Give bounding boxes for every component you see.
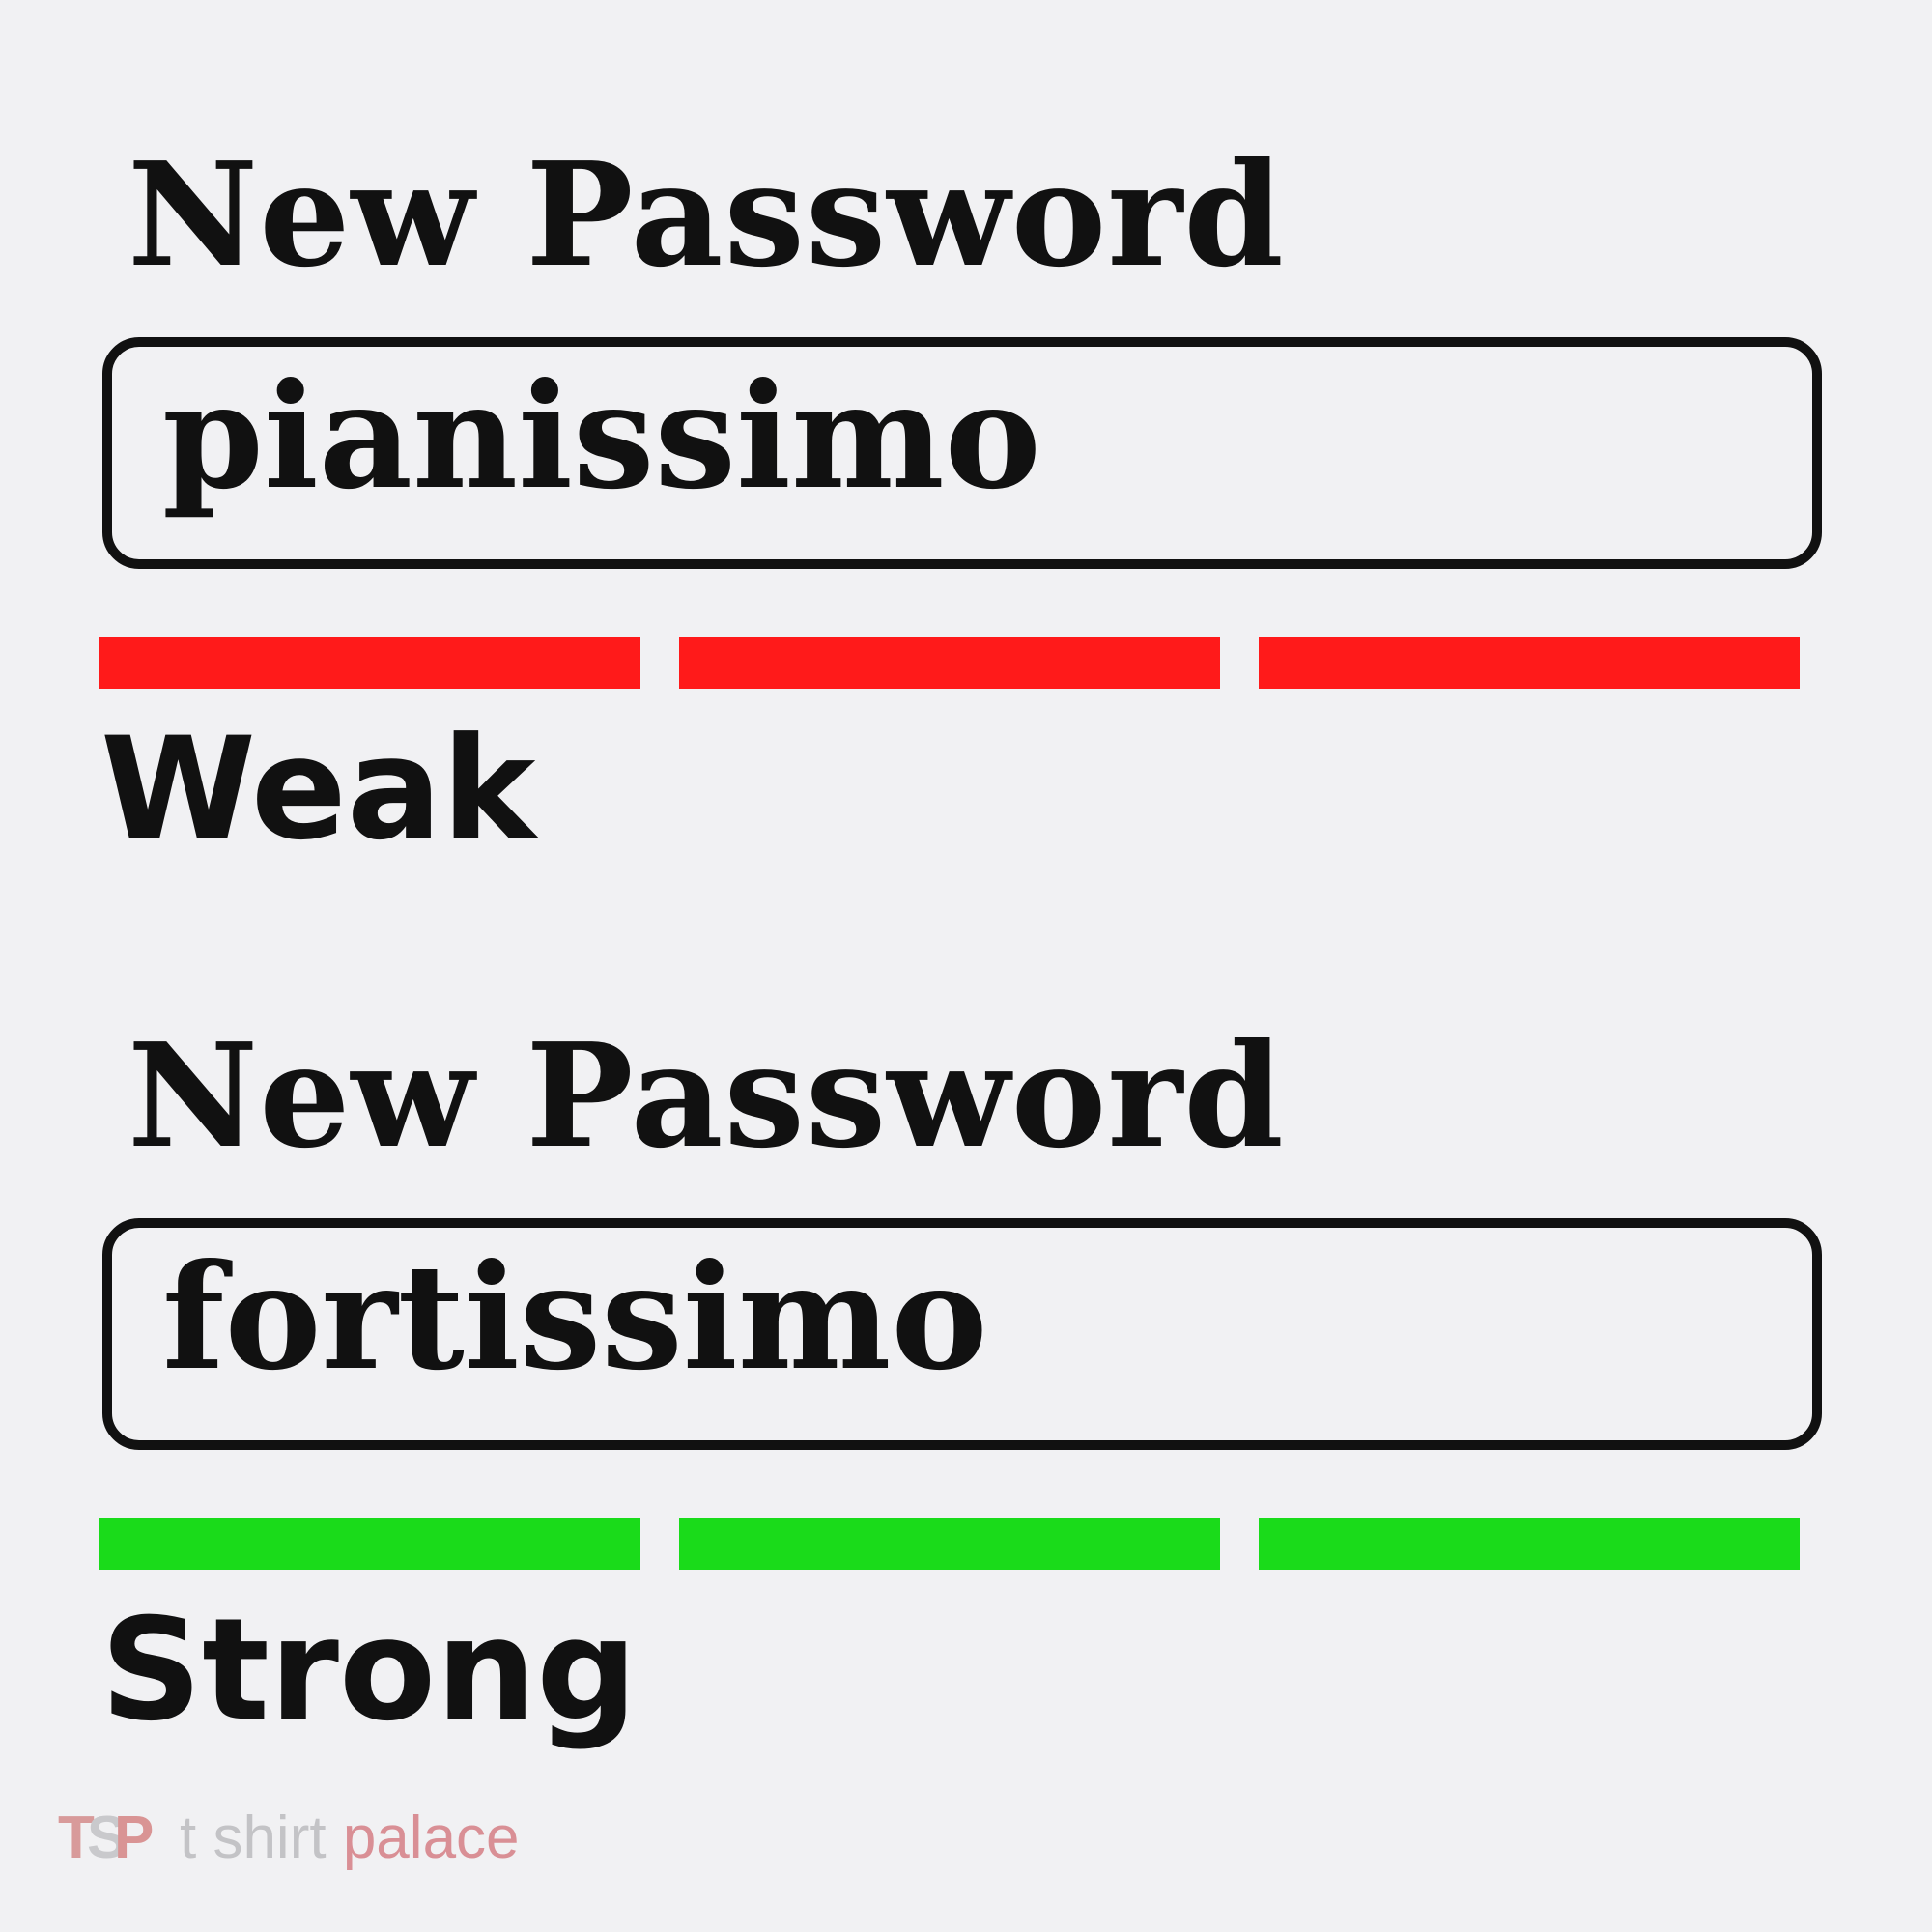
strength-meter-segment xyxy=(1259,637,1800,689)
password-input-value: pianissimo xyxy=(162,352,1041,522)
brand-name-part2: palace xyxy=(342,1804,520,1871)
strength-meter-segment xyxy=(99,1518,640,1570)
logo-letter-p: P xyxy=(114,1804,155,1871)
strength-label: Weak xyxy=(100,707,536,871)
strength-meter-segment xyxy=(1259,1518,1800,1570)
strength-label: Strong xyxy=(100,1588,638,1752)
brand-logo: T S P xyxy=(58,1807,162,1869)
strength-meter xyxy=(99,637,1800,689)
password-input-value: fortissimo xyxy=(162,1233,988,1403)
brand-name-part1: t shirt xyxy=(180,1804,327,1871)
strength-meter-segment xyxy=(99,637,640,689)
password-input[interactable]: pianissimo xyxy=(102,337,1822,569)
password-field-label: New Password xyxy=(128,130,1285,298)
password-field-label: New Password xyxy=(128,1011,1285,1179)
brand-watermark: T S P t shirt palace xyxy=(58,1804,520,1872)
strength-meter xyxy=(99,1518,1800,1570)
strength-meter-segment xyxy=(679,1518,1220,1570)
password-input[interactable]: fortissimo xyxy=(102,1218,1822,1450)
brand-name: t shirt palace xyxy=(180,1804,520,1872)
strength-meter-segment xyxy=(679,637,1220,689)
